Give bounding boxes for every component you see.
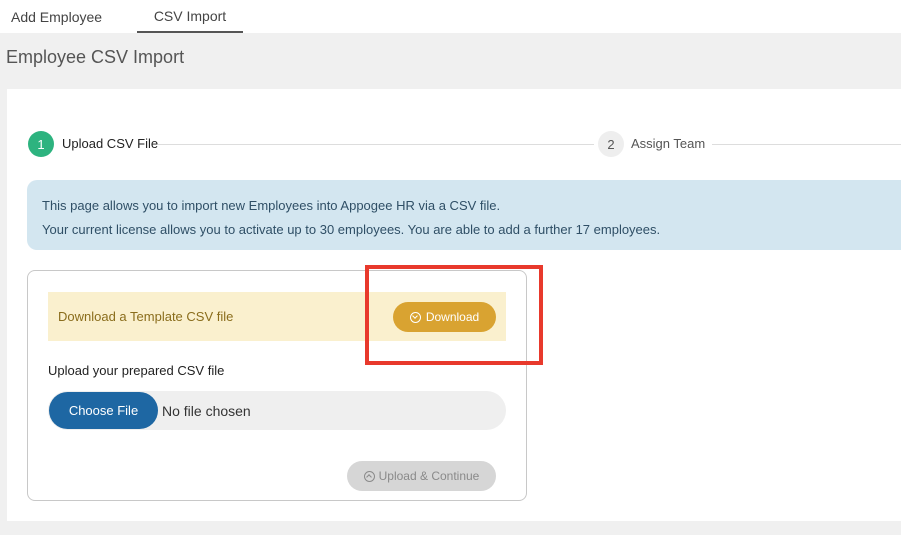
stepper-line (158, 144, 594, 145)
upload-continue-button[interactable]: Upload & Continue (347, 461, 496, 491)
step-2-indicator: 2 (598, 131, 624, 157)
file-status-text: No file chosen (162, 403, 251, 419)
page-title: Employee CSV Import (6, 47, 185, 67)
template-download-text: Download a Template CSV file (58, 309, 234, 324)
upload-label: Upload your prepared CSV file (48, 363, 225, 378)
tab-add-employee[interactable]: Add Employee (0, 0, 104, 33)
highlight-annotation (365, 265, 543, 365)
tab-csv-import[interactable]: CSV Import (137, 0, 243, 33)
step-1-indicator: 1 (28, 131, 54, 157)
step-1-label: Upload CSV File (62, 136, 159, 151)
choose-file-button[interactable]: Choose File (49, 392, 158, 429)
tab-bar: Add Employee CSV Import (0, 0, 901, 33)
info-alert-line-1: This page allows you to import new Emplo… (42, 198, 501, 213)
step-2-label: Assign Team (631, 136, 706, 151)
info-alert: This page allows you to import new Emplo… (27, 180, 901, 250)
info-alert-line-2: Your current license allows you to activ… (42, 222, 661, 237)
upload-circle-icon (363, 470, 375, 482)
stepper-line (712, 144, 901, 145)
upload-continue-label: Upload & Continue (378, 469, 480, 483)
